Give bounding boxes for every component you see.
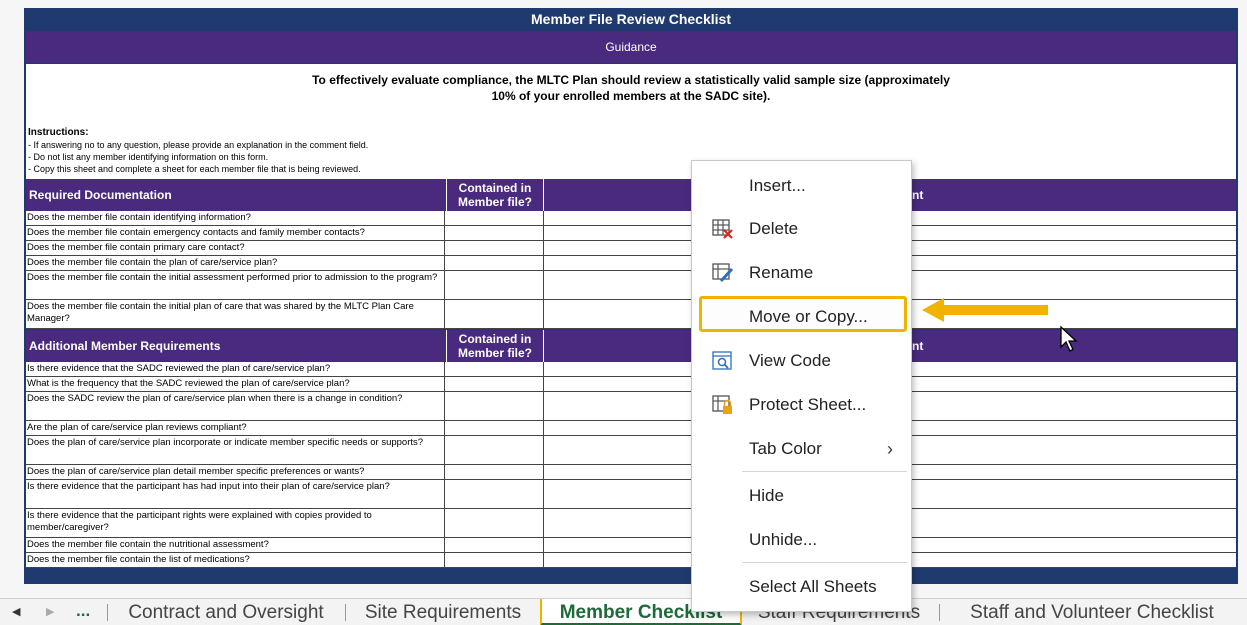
contained-cell[interactable]: [444, 362, 544, 376]
contained-column-header: Contained in Member file?: [446, 179, 544, 211]
chevron-right-icon: ›: [887, 439, 893, 459]
scroll-left-icon[interactable]: ◀: [12, 605, 20, 618]
contained-cell[interactable]: [444, 509, 544, 537]
table-row[interactable]: Does the member file contain the nutriti…: [26, 538, 1236, 553]
mouse-cursor-icon: [1060, 325, 1078, 352]
contained-cell[interactable]: [444, 241, 544, 255]
contained-cell[interactable]: [444, 377, 544, 391]
tab-divider: [345, 604, 346, 621]
contained-cell[interactable]: [444, 271, 544, 299]
instructions-heading: Instructions:: [28, 127, 89, 138]
sheet-context-menu: Insert... Delete Rename Move or Copy... …: [691, 160, 912, 612]
intro-section: To effectively evaluate compliance, the …: [26, 64, 1236, 182]
table-row[interactable]: Does the SADC review the plan of care/se…: [26, 392, 1236, 421]
contained-cell[interactable]: [444, 538, 544, 552]
table-row[interactable]: Is there evidence that the participant h…: [26, 480, 1236, 509]
section-header-additional-member-requirements: Additional Member Requirements Contained…: [26, 330, 1236, 362]
menu-item-unhide[interactable]: Unhide...: [692, 522, 911, 558]
contained-cell[interactable]: [444, 436, 544, 464]
menu-item-rename[interactable]: Rename: [692, 255, 911, 291]
instructions: Instructions: - If answering no to any q…: [28, 126, 368, 175]
contained-cell[interactable]: [444, 392, 544, 420]
contained-column-header: Contained in Member file?: [446, 330, 544, 362]
intro-text: To effectively evaluate compliance, the …: [26, 72, 1236, 104]
table-row[interactable]: Does the member file contain the initial…: [26, 271, 1236, 300]
menu-item-select-all-sheets[interactable]: Select All Sheets: [692, 569, 911, 605]
contained-cell[interactable]: [444, 465, 544, 479]
instruction-item: - If answering no to any question, pleas…: [28, 140, 369, 150]
contained-cell[interactable]: [444, 226, 544, 240]
guidance-band: Guidance: [26, 31, 1236, 63]
menu-item-protect-sheet[interactable]: Protect Sheet...: [692, 387, 911, 423]
contained-cell[interactable]: [444, 211, 544, 225]
contained-cell[interactable]: [444, 421, 544, 435]
contained-cell[interactable]: [444, 256, 544, 270]
view-code-icon: [712, 351, 734, 371]
tab-divider: [939, 604, 940, 621]
rename-sheet-icon: [712, 263, 734, 283]
excel-window: Member File Review Checklist Guidance To…: [0, 0, 1247, 625]
table-row[interactable]: Does the member file contain the initial…: [26, 300, 1236, 329]
table-row[interactable]: Is there evidence that the participant r…: [26, 509, 1236, 538]
instruction-item: - Do not list any member identifying inf…: [28, 152, 269, 162]
menu-divider: [742, 471, 907, 472]
contained-cell[interactable]: [444, 480, 544, 508]
section-header-required-documentation: Required Documentation Contained in Memb…: [26, 179, 1236, 211]
required-documentation-rows: Does the member file contain identifying…: [26, 211, 1236, 329]
table-row[interactable]: What is the frequency that the SADC revi…: [26, 377, 1236, 392]
tab-contract-and-oversight[interactable]: Contract and Oversight: [113, 599, 339, 625]
table-row[interactable]: Does the plan of care/service plan incor…: [26, 436, 1236, 465]
table-row[interactable]: Are the plan of care/service plan review…: [26, 421, 1236, 436]
annotation-arrow-icon: [922, 298, 1048, 322]
tab-staff-and-volunteer-checklist[interactable]: Staff and Volunteer Checklist: [950, 599, 1234, 625]
menu-item-delete[interactable]: Delete: [692, 211, 911, 247]
comment-column-header: nt: [912, 339, 924, 353]
comment-column-header: nt: [912, 188, 924, 202]
instruction-item: - Copy this sheet and complete a sheet f…: [28, 164, 361, 174]
table-row[interactable]: Does the member file contain identifying…: [26, 211, 1236, 226]
tab-divider: [107, 604, 108, 621]
menu-item-tab-color[interactable]: Tab Color ›: [692, 431, 911, 467]
table-row[interactable]: Does the member file contain emergency c…: [26, 226, 1236, 241]
intro-line-2: 10% of your enrolled members at the SADC…: [491, 89, 771, 103]
table-row[interactable]: Does the plan of care/service plan detai…: [26, 465, 1236, 480]
menu-item-move-or-copy[interactable]: Move or Copy...: [699, 296, 907, 332]
menu-divider: [742, 562, 907, 563]
sheet-title: Member File Review Checklist: [531, 11, 731, 27]
scroll-right-icon[interactable]: ▶: [46, 605, 54, 618]
section-title: Required Documentation: [29, 188, 172, 202]
section-title: Additional Member Requirements: [29, 339, 221, 353]
delete-sheet-icon: [712, 219, 734, 239]
additional-member-rows: Is there evidence that the SADC reviewed…: [26, 362, 1236, 568]
protect-sheet-icon: [712, 395, 734, 415]
worksheet: Member File Review Checklist Guidance To…: [24, 8, 1238, 584]
tab-site-requirements[interactable]: Site Requirements: [352, 599, 534, 625]
table-row[interactable]: Does the member file contain the plan of…: [26, 256, 1236, 271]
table-row[interactable]: Does the member file contain primary car…: [26, 241, 1236, 256]
sheet-tab-bar: ◀ ▶ ... Contract and Oversight Site Requ…: [0, 598, 1247, 625]
menu-item-view-code[interactable]: View Code: [692, 343, 911, 379]
table-row[interactable]: Is there evidence that the SADC reviewed…: [26, 362, 1236, 377]
intro-line-1: To effectively evaluate compliance, the …: [312, 73, 950, 87]
more-tabs-button[interactable]: ...: [76, 601, 90, 621]
contained-cell[interactable]: [444, 553, 544, 567]
menu-item-hide[interactable]: Hide: [692, 478, 911, 514]
contained-cell[interactable]: [444, 300, 544, 328]
sheet-footer-band: [24, 571, 1238, 584]
table-row[interactable]: Does the member file contain the list of…: [26, 553, 1236, 568]
menu-item-insert[interactable]: Insert...: [692, 168, 911, 204]
